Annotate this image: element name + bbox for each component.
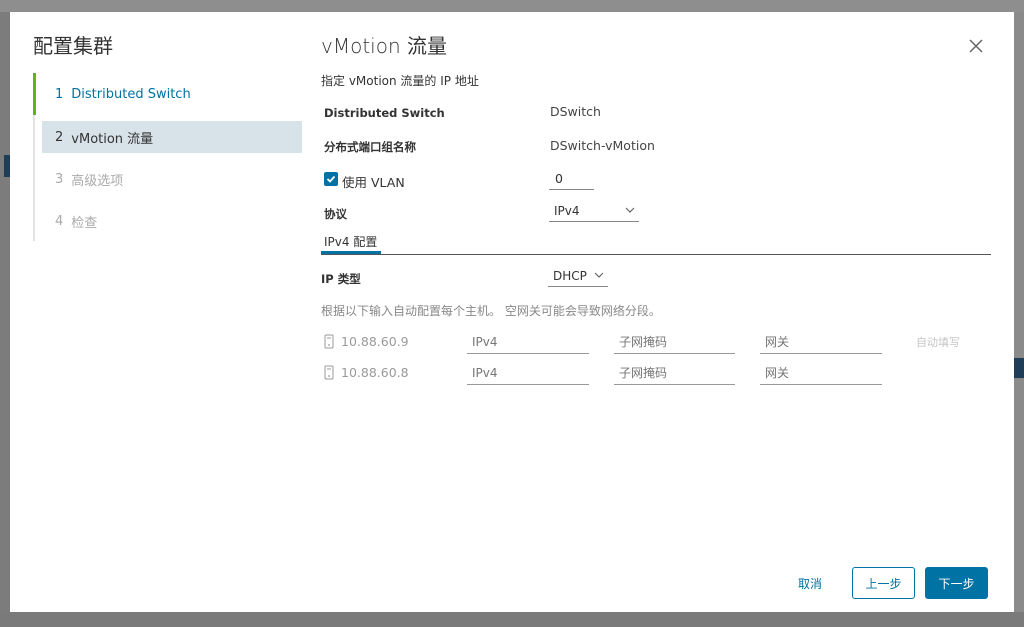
protocol-select[interactable]: IPv4: [549, 200, 639, 222]
step-label: 高级选项: [71, 173, 124, 189]
step-number: 3: [55, 171, 64, 187]
host-subnet-input[interactable]: [614, 330, 735, 354]
host-gateway-input[interactable]: [760, 330, 882, 354]
host-row: 10.88.60.8: [321, 361, 991, 389]
host-name: 10.88.60.8: [341, 365, 409, 380]
host-ip-input[interactable]: [467, 330, 589, 354]
checkmark-icon: [326, 175, 336, 183]
port-group-label: 分布式端口组名称: [324, 140, 416, 154]
protocol-label: 协议: [324, 207, 347, 221]
host-icon: [324, 334, 334, 349]
step-number: 2: [55, 129, 64, 145]
chevron-down-icon: [594, 272, 604, 278]
host-subnet-input[interactable]: [614, 361, 735, 385]
step-advanced-options: 3 高级选项: [35, 163, 302, 195]
step-label: Distributed Switch: [71, 86, 191, 102]
host-row: 10.88.60.9 自动填写: [321, 330, 991, 358]
dialog-title: 配置集群: [33, 34, 113, 58]
background-page: [0, 0, 1024, 12]
host-icon: [324, 365, 334, 380]
auto-config-hint: 根据以下输入自动配置每个主机。 空网关可能会导致网络分段。: [321, 304, 661, 318]
host-name: 10.88.60.9: [341, 334, 409, 349]
page-subtitle: 指定 vMotion 流量的 IP 地址: [321, 74, 479, 88]
ip-type-select-value: DHCP: [553, 268, 587, 283]
step-label: vMotion 流量: [71, 131, 154, 147]
host-ip-input[interactable]: [467, 361, 589, 385]
background-panel: [1014, 12, 1024, 612]
autofill-button[interactable]: 自动填写: [916, 334, 960, 350]
wizard-steps: 1 Distributed Switch 2 vMotion 流量 3 高级选项…: [33, 73, 302, 241]
protocol-select-value: IPv4: [554, 203, 580, 218]
distributed-switch-value: DSwitch: [550, 104, 601, 119]
back-button[interactable]: 上一步: [852, 567, 915, 599]
step-vmotion-traffic[interactable]: 2 vMotion 流量: [42, 121, 302, 153]
vlan-id-input[interactable]: [549, 168, 594, 190]
distributed-switch-label: Distributed Switch: [324, 106, 445, 120]
close-icon[interactable]: [968, 38, 988, 58]
tab-ipv4-config[interactable]: IPv4 配置: [321, 230, 381, 254]
ip-type-select[interactable]: DHCP: [548, 265, 608, 287]
vlan-checkbox-label: 使用 VLAN: [342, 175, 405, 190]
host-gateway-input[interactable]: [760, 361, 882, 385]
next-button[interactable]: 下一步: [925, 567, 988, 599]
chevron-down-icon: [625, 207, 635, 213]
step-review: 4 检查: [35, 205, 302, 237]
step-number: 1: [55, 86, 64, 102]
page-title: vMotion 流量: [321, 34, 447, 58]
step-distributed-switch[interactable]: 1 Distributed Switch: [33, 73, 300, 115]
configure-cluster-dialog: 配置集群 1 Distributed Switch 2 vMotion 流量 3…: [10, 12, 1014, 612]
background-footer: [0, 612, 1024, 627]
background-button: [1014, 358, 1024, 378]
step-number: 4: [55, 213, 64, 229]
vlan-checkbox[interactable]: [324, 172, 338, 186]
port-group-value: DSwitch-vMotion: [550, 138, 655, 153]
step-label: 检查: [71, 215, 98, 231]
tab-divider: [321, 254, 991, 255]
ip-type-label: IP 类型: [321, 272, 361, 286]
cancel-button[interactable]: 取消: [785, 567, 835, 599]
